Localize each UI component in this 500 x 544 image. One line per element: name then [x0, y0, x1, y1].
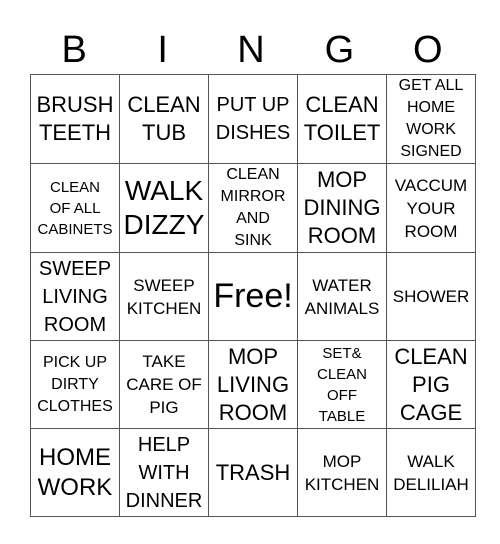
bingo-cell[interactable]: CLEAN PIG CAGE — [386, 340, 476, 429]
bingo-cell[interactable]: CLEAN OF ALL CABINETS — [30, 163, 120, 253]
bingo-cell[interactable]: MOP LIVING ROOM — [208, 340, 298, 429]
bingo-cell[interactable]: MOP KITCHEN — [297, 428, 387, 517]
bingo-cell[interactable]: SET& CLEAN OFF TABLE — [297, 340, 387, 429]
cell-text: MOP KITCHEN — [304, 451, 380, 494]
cell-text: MOP LIVING ROOM — [216, 343, 290, 425]
cell-text: SET& CLEAN OFF TABLE — [316, 344, 368, 425]
header-letter-b: B — [61, 29, 87, 71]
cell-text: SWEEP KITCHEN — [126, 275, 202, 318]
bingo-cell[interactable]: SWEEP KITCHEN — [119, 252, 209, 341]
cell-text: MOP DINING ROOM — [303, 167, 381, 248]
cell-text: HOME WORK — [37, 443, 113, 501]
cell-text: WALK DIZZY — [123, 175, 205, 240]
bingo-cell[interactable]: TAKE CARE OF PIG — [119, 340, 209, 429]
bingo-header: B I N G O — [30, 26, 472, 74]
grid-row: PICK UP DIRTY CLOTHES TAKE CARE OF PIG M… — [30, 340, 476, 429]
cell-text: WALK DELILIAH — [393, 451, 469, 494]
header-letter-n: N — [237, 29, 265, 71]
cell-text: HELP WITH DINNER — [125, 433, 203, 512]
bingo-cell[interactable]: BRUSH TEETH — [30, 74, 120, 164]
cell-text: VACCUM YOUR ROOM — [394, 175, 468, 241]
bingo-cell[interactable]: GET ALL HOME WORK SIGNED — [386, 74, 476, 164]
cell-text: GET ALL HOME WORK SIGNED — [398, 77, 464, 160]
cell-text: PICK UP DIRTY CLOTHES — [37, 353, 113, 415]
bingo-cell[interactable]: WATER ANIMALS — [297, 252, 387, 341]
bingo-cell[interactable]: WALK DELILIAH — [386, 428, 476, 517]
header-letter-i: I — [157, 29, 168, 71]
bingo-cell[interactable]: PICK UP DIRTY CLOTHES — [30, 340, 120, 429]
free-space-text: Free! — [213, 277, 293, 316]
cell-text: CLEAN MIRROR AND SINK — [220, 166, 286, 249]
cell-text: TRASH — [215, 459, 291, 485]
cell-text: SHOWER — [392, 287, 470, 306]
grid-row: HOME WORK HELP WITH DINNER TRASH MOP KIT… — [30, 428, 476, 517]
bingo-cell[interactable]: CLEAN TUB — [119, 74, 209, 164]
bingo-cell[interactable]: SHOWER — [386, 252, 476, 341]
grid-row: SWEEP LIVING ROOM SWEEP KITCHEN Free! WA… — [30, 252, 476, 341]
cell-text: SWEEP LIVING ROOM — [38, 257, 112, 336]
cell-text: PUT UP DISHES — [215, 94, 291, 144]
cell-text: CLEAN TOILET — [303, 92, 381, 145]
bingo-cell[interactable]: HOME WORK — [30, 428, 120, 517]
bingo-grid: BRUSH TEETH CLEAN TUB PUT UP DISHES CLEA… — [30, 74, 476, 517]
grid-row: CLEAN OF ALL CABINETS WALK DIZZY CLEAN M… — [30, 163, 476, 253]
cell-text: WATER ANIMALS — [304, 275, 380, 318]
header-letter-o: O — [413, 29, 443, 71]
cell-text: BRUSH TEETH — [36, 92, 114, 145]
bingo-cell[interactable]: MOP DINING ROOM — [297, 163, 387, 253]
free-space-cell[interactable]: Free! — [208, 252, 298, 341]
bingo-cell[interactable]: PUT UP DISHES — [208, 74, 298, 164]
bingo-cell[interactable]: SWEEP LIVING ROOM — [30, 252, 120, 341]
header-letter-g: G — [324, 29, 355, 71]
cell-text: CLEAN TUB — [127, 92, 201, 145]
cell-text: CLEAN OF ALL CABINETS — [37, 178, 113, 238]
grid-row: BRUSH TEETH CLEAN TUB PUT UP DISHES CLEA… — [30, 74, 476, 164]
bingo-cell[interactable]: VACCUM YOUR ROOM — [386, 163, 476, 253]
bingo-cell[interactable]: CLEAN TOILET — [297, 74, 387, 164]
bingo-cell[interactable]: CLEAN MIRROR AND SINK — [208, 163, 298, 253]
cell-text: CLEAN PIG CAGE — [394, 343, 468, 425]
cell-text: TAKE CARE OF PIG — [126, 352, 202, 417]
bingo-cell[interactable]: TRASH — [208, 428, 298, 517]
bingo-cell[interactable]: HELP WITH DINNER — [119, 428, 209, 517]
bingo-cell[interactable]: WALK DIZZY — [119, 163, 209, 253]
